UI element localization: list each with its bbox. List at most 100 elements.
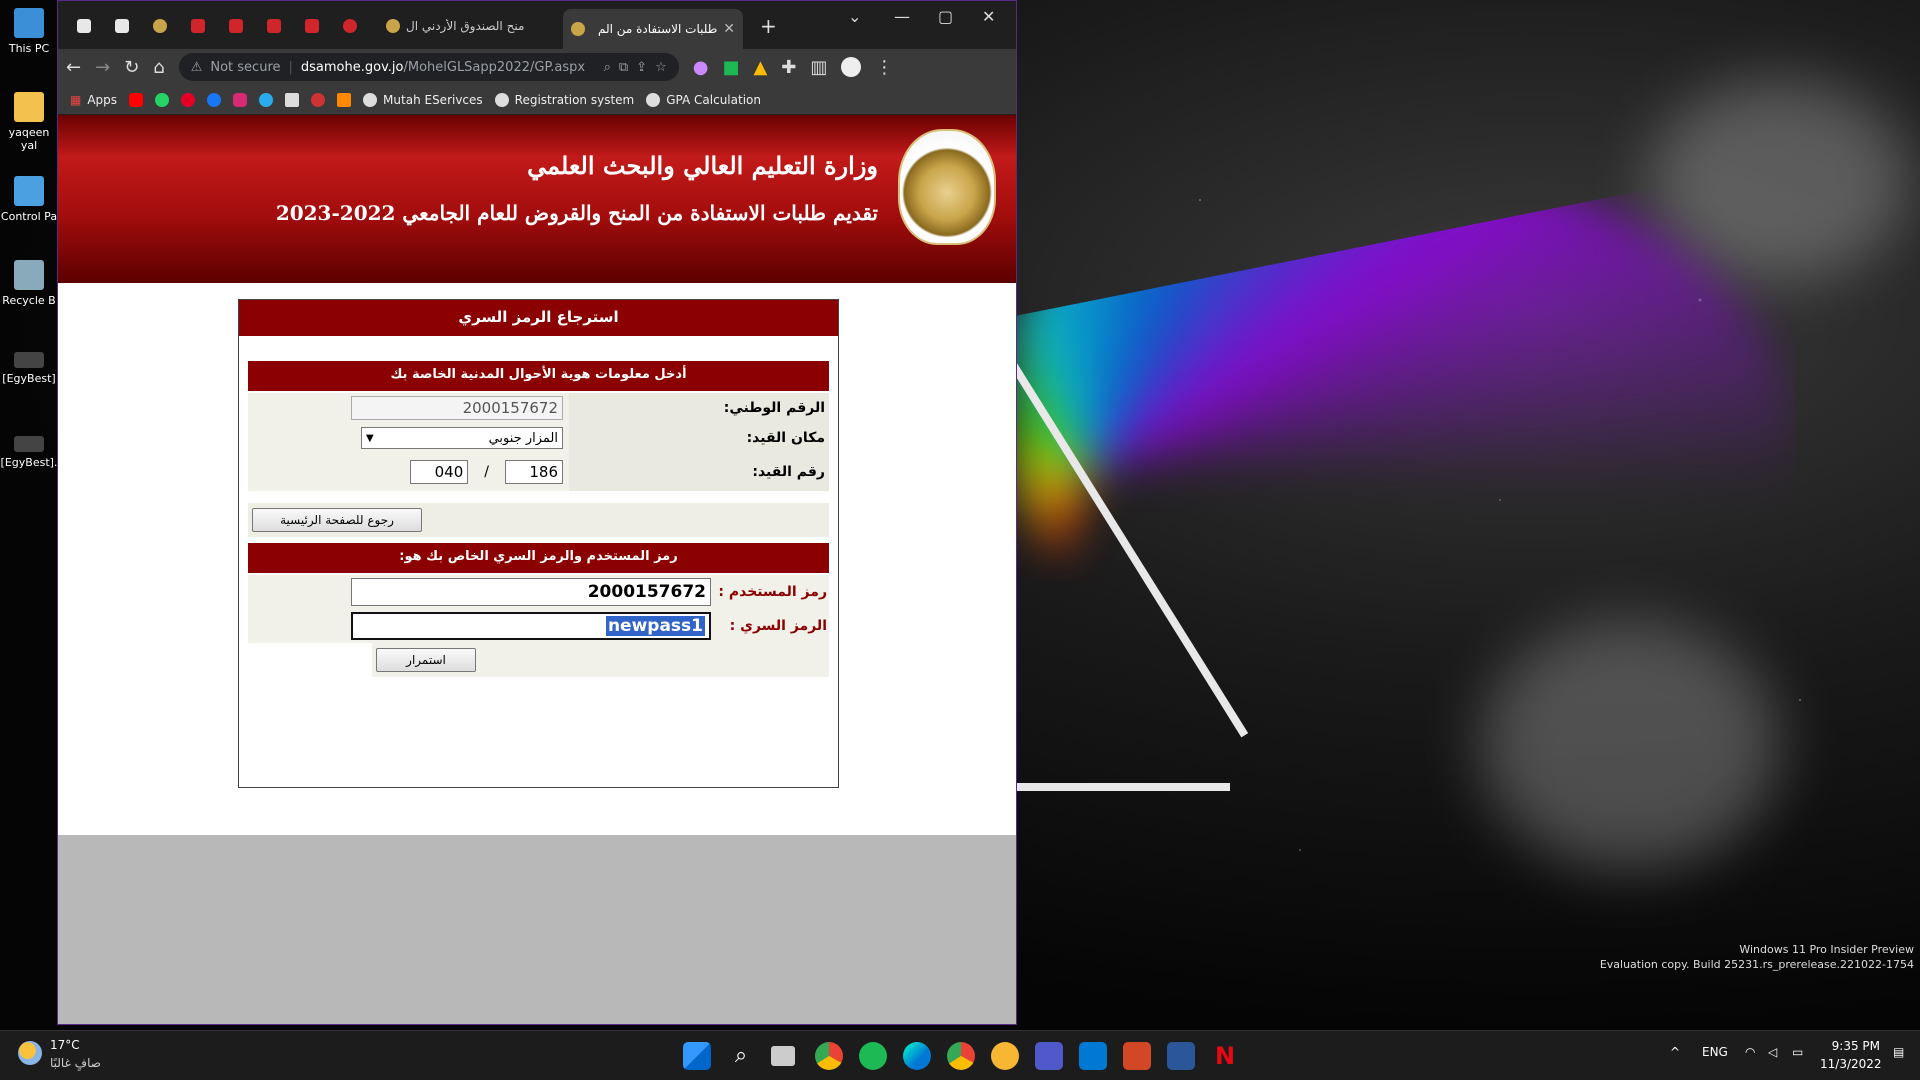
ministry-title: وزارة التعليم العالي والبحث العلمي [527, 151, 878, 180]
chevron-down-icon: ▼ [366, 432, 374, 444]
national-id-field[interactable]: 2000157672 [351, 396, 563, 420]
site-icon[interactable] [285, 92, 300, 107]
reload-button[interactable]: ↻ [124, 57, 139, 78]
youtube-icon[interactable] [129, 92, 144, 107]
desktop-icon-control-panel[interactable]: Control Pa [0, 176, 58, 223]
continue-button[interactable]: استمرار [376, 648, 476, 672]
desktop-icon-video-1[interactable]: [EgyBest] [0, 352, 58, 385]
username-field[interactable]: 2000157672 [351, 578, 711, 606]
chrome-icon[interactable] [947, 1042, 975, 1070]
chevron-up-icon[interactable]: ^ [1670, 1045, 1680, 1059]
vscode-icon[interactable] [1079, 1042, 1107, 1070]
extension-icon[interactable]: ● [693, 57, 709, 78]
video-file-icon [14, 436, 44, 452]
desktop-icon-video-2[interactable]: [EgyBest]. [0, 436, 58, 469]
start-button[interactable] [683, 1042, 711, 1070]
menu-icon[interactable]: ⋮ [875, 57, 893, 78]
translate-icon[interactable]: ⧉ [619, 60, 628, 75]
task-view-icon[interactable] [771, 1046, 795, 1066]
puzzle-icon[interactable]: ✚ [781, 57, 796, 78]
weather-icon[interactable] [18, 1041, 42, 1065]
notification-icon[interactable]: ▤ [1893, 1045, 1904, 1059]
tab-pinned-1[interactable] [66, 11, 102, 41]
star-icon[interactable]: ☆ [655, 60, 667, 75]
row-continue: استمرار [372, 643, 829, 677]
instagram-icon[interactable] [233, 92, 248, 107]
tab-pinned-7[interactable] [294, 11, 330, 41]
tab-pinned-6[interactable] [256, 11, 292, 41]
crest-icon [386, 19, 400, 33]
browser-window: منح الصندوق الأردني ال طلبات الاستفادة م… [57, 0, 1017, 1025]
row-national-id: الرقم الوطني: 2000157672 [248, 393, 829, 423]
red-site-icon [305, 19, 319, 33]
teams-icon[interactable] [1035, 1042, 1063, 1070]
pinterest-icon[interactable] [181, 92, 196, 107]
tab-pinned-2[interactable] [104, 11, 140, 41]
browser-icon[interactable] [991, 1042, 1019, 1070]
tab-applications[interactable]: طلبات الاستفادة من الم ✕ [563, 9, 743, 49]
reg-number-b-field[interactable]: 040 [410, 460, 469, 484]
reg-number-a-field[interactable]: 186 [505, 460, 563, 484]
bookmark-apps[interactable]: ▦ Apps [70, 93, 117, 107]
edge-icon[interactable] [903, 1042, 931, 1070]
search-icon[interactable]: ⌕ [727, 1042, 755, 1070]
bookmark-gpa[interactable]: GPA Calculation [646, 92, 761, 107]
taskbar: 17°C صافٍ غالبًا ⌕ N ^ ENG ◠ ◁ ▭ 9:35 PM… [0, 1030, 1920, 1080]
share-icon[interactable]: ⇪ [636, 60, 647, 75]
chrome-icon[interactable] [815, 1042, 843, 1070]
crest-icon [571, 22, 585, 36]
clock[interactable]: 9:35 PM 11/3/2022 [1820, 1037, 1882, 1073]
drive-icon[interactable]: ▲ [753, 57, 767, 78]
warning-icon: ⚠ [190, 59, 203, 75]
web-page: وزارة التعليم العالي والبحث العلمي تقديم… [58, 115, 1016, 1024]
navigation-toolbar: ← → ↻ ⌂ ⚠ Not secure | dsamohe.gov.jo/Mo… [58, 49, 1016, 85]
desktop-icon-folder[interactable]: yaqeen yal [0, 92, 58, 152]
jordan-crest-logo [898, 129, 996, 245]
desktop-icon-this-pc[interactable]: This PC [0, 8, 58, 55]
password-field[interactable]: newpass1 [351, 612, 711, 640]
bookmark-mutah[interactable]: Mutah ESerivces [363, 92, 483, 107]
reg-place-select[interactable]: المزار جنوبي ▼ [361, 427, 563, 449]
back-home-button[interactable]: رجوع للصفحة الرئيسية [252, 508, 422, 532]
tab-pinned-5[interactable] [218, 11, 254, 41]
extension-icon[interactable]: ■ [722, 57, 739, 78]
page-subtitle: تقديم طلبات الاستفادة من المنح والقروض ل… [275, 201, 878, 225]
address-bar[interactable]: ⚠ Not secure | dsamohe.gov.jo/MohelGLSap… [178, 53, 679, 81]
wifi-icon[interactable]: ◠ [1745, 1045, 1755, 1059]
whatsapp-icon[interactable] [155, 92, 170, 107]
row-back: رجوع للصفحة الرئيسية [248, 503, 829, 537]
word-icon[interactable] [1167, 1042, 1195, 1070]
tab-pinned-3[interactable] [142, 11, 178, 41]
telegram-icon[interactable] [259, 92, 274, 107]
minimize-button[interactable]: — [894, 7, 910, 26]
facebook-icon[interactable] [207, 92, 222, 107]
tab-pinned-8[interactable] [332, 11, 368, 41]
avatar[interactable] [841, 57, 862, 77]
spotify-icon[interactable] [859, 1042, 887, 1070]
red-site-icon [191, 19, 205, 33]
close-window-button[interactable]: ✕ [982, 7, 995, 26]
site-icon[interactable] [337, 92, 352, 107]
language-indicator[interactable]: ENG [1702, 1045, 1728, 1059]
sidebar-icon[interactable]: ▥ [810, 57, 827, 78]
home-button[interactable]: ⌂ [153, 57, 164, 78]
new-tab-button[interactable]: + [752, 11, 785, 41]
close-icon[interactable]: ✕ [723, 21, 735, 37]
chevron-down-icon[interactable]: ⌄ [848, 7, 861, 26]
maximize-button[interactable]: ▢ [938, 7, 953, 26]
search-icon[interactable]: ⌕ [604, 60, 611, 75]
gmail-icon[interactable] [311, 92, 326, 107]
netflix-icon[interactable]: N [1211, 1042, 1239, 1070]
desktop-icon-recycle-bin[interactable]: Recycle B [0, 260, 58, 307]
folder-icon [14, 92, 44, 122]
volume-icon[interactable]: ◁ [1768, 1045, 1777, 1059]
back-button[interactable]: ← [66, 57, 81, 78]
battery-icon[interactable]: ▭ [1792, 1045, 1803, 1059]
row-password: الرمز السري : newpass1 [248, 609, 829, 643]
forward-button[interactable]: → [95, 57, 110, 78]
bookmark-registration[interactable]: Registration system [494, 92, 634, 107]
tab-fund[interactable]: منح الصندوق الأردني ال [378, 11, 558, 41]
password-recovery-panel: استرجاع الرمز السري أدخل معلومات هوية ال… [238, 299, 839, 788]
tab-pinned-4[interactable] [180, 11, 216, 41]
powerpoint-icon[interactable] [1123, 1042, 1151, 1070]
